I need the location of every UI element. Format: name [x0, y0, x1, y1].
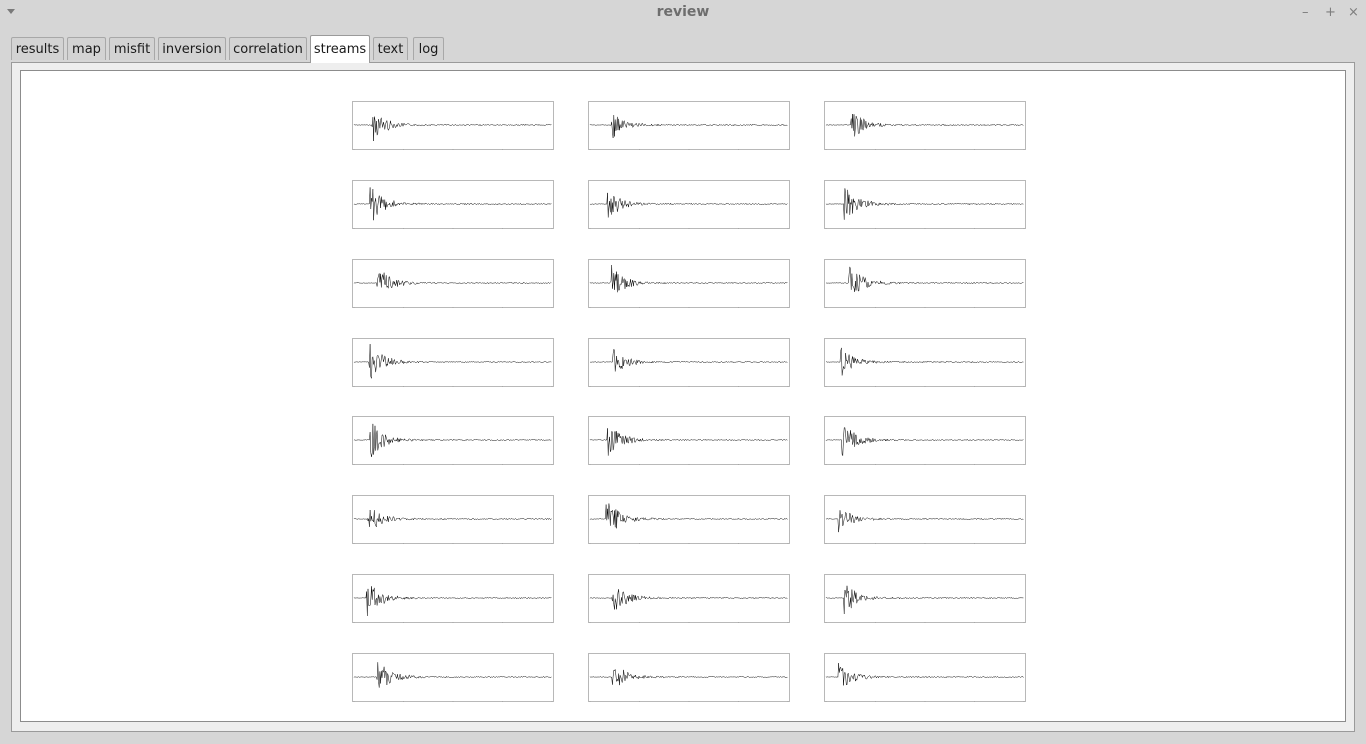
- trace-line: [353, 662, 552, 688]
- waveform-plot: [824, 101, 1026, 150]
- trace-line: [825, 585, 1024, 615]
- tab-text[interactable]: text: [373, 37, 408, 60]
- waveform-trace: [353, 662, 553, 702]
- trace-line: [353, 272, 552, 289]
- waveform-trace: [589, 115, 789, 150]
- trace-line: [589, 348, 788, 372]
- waveform-plot: [588, 495, 790, 544]
- trace-line: [825, 510, 1024, 533]
- trace-line: [353, 586, 552, 616]
- streams-canvas: [20, 70, 1346, 722]
- tab-map[interactable]: map: [67, 37, 106, 60]
- trace-line: [589, 668, 788, 686]
- waveform-trace: [589, 192, 789, 229]
- close-button[interactable]: ×: [1348, 5, 1359, 21]
- waveform-plot: [588, 574, 790, 623]
- window-title: review: [656, 4, 710, 20]
- trace-line: [589, 503, 788, 529]
- maximize-button[interactable]: +: [1325, 5, 1336, 21]
- waveform-trace: [825, 188, 1025, 229]
- trace-line: [353, 344, 552, 379]
- waveform-plot: [352, 180, 554, 229]
- trace-line: [589, 115, 788, 139]
- waveform-plot: [352, 338, 554, 387]
- waveform-trace: [589, 264, 789, 308]
- tab-inversion[interactable]: inversion: [158, 37, 226, 60]
- trace-line: [589, 192, 788, 218]
- waveform-plot: [352, 574, 554, 623]
- waveform-plot: [824, 574, 1026, 623]
- trace-line: [825, 188, 1024, 220]
- waveform-trace: [589, 589, 789, 623]
- trace-line: [825, 427, 1024, 457]
- trace-line: [825, 663, 1024, 686]
- waveform-trace: [589, 428, 789, 465]
- title-bar: review – + ×: [0, 0, 1366, 27]
- trace-line: [589, 428, 788, 456]
- waveform-trace: [825, 266, 1025, 308]
- trace-line: [826, 266, 1024, 293]
- trace-line: [589, 264, 788, 293]
- waveform-trace: [353, 272, 553, 308]
- waveform-trace: [825, 663, 1025, 702]
- waveform-plot: [352, 495, 554, 544]
- waveform-plot: [588, 259, 790, 308]
- trace-line: [353, 116, 552, 142]
- tab-results[interactable]: results: [11, 37, 64, 60]
- waveform-plot: [352, 653, 554, 702]
- waveform-trace: [825, 585, 1025, 623]
- trace-line: [353, 423, 552, 457]
- waveform-plot: [824, 338, 1026, 387]
- waveform-plot: [824, 259, 1026, 308]
- tab-log[interactable]: log: [413, 37, 444, 60]
- trace-line: [825, 113, 1024, 137]
- waveform-plot: [588, 653, 790, 702]
- waveform-trace: [825, 113, 1025, 150]
- waveform-trace: [825, 510, 1025, 544]
- waveform-trace: [353, 509, 553, 544]
- trace-line: [589, 589, 788, 610]
- waveform-plot: [352, 101, 554, 150]
- waveform-trace: [825, 347, 1025, 387]
- tab-streams[interactable]: streams: [310, 35, 370, 63]
- tab-correlation[interactable]: correlation: [229, 37, 307, 60]
- waveform-plot: [352, 259, 554, 308]
- waveform-trace: [353, 423, 553, 465]
- waveform-plot: [588, 416, 790, 465]
- waveform-plot: [824, 653, 1026, 702]
- waveform-plot: [588, 338, 790, 387]
- waveform-trace: [589, 503, 789, 544]
- waveform-trace: [825, 427, 1025, 465]
- waveform-trace: [589, 668, 789, 702]
- waveform-plot: [824, 495, 1026, 544]
- trace-line: [825, 347, 1024, 376]
- waveform-plot: [352, 416, 554, 465]
- waveform-plot: [588, 101, 790, 150]
- waveform-plot: [824, 416, 1026, 465]
- waveform-plot: [824, 180, 1026, 229]
- trace-line: [353, 509, 552, 528]
- waveform-trace: [353, 116, 553, 150]
- minimize-button[interactable]: –: [1302, 5, 1309, 21]
- waveform-trace: [353, 586, 553, 623]
- waveform-plot: [588, 180, 790, 229]
- waveform-trace: [589, 348, 789, 387]
- trace-line: [353, 187, 552, 221]
- tab-misfit[interactable]: misfit: [109, 37, 155, 60]
- waveform-trace: [353, 187, 553, 229]
- waveform-trace: [353, 344, 553, 387]
